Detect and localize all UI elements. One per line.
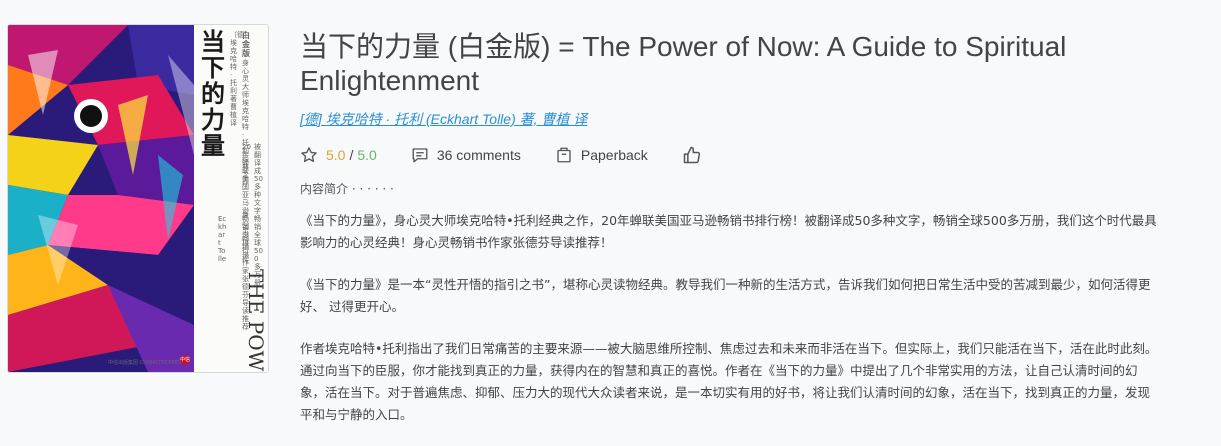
description-paragraph: 《当下的力量》，身心灵大师埃克哈特•托利经典之作，20年蝉联美国亚马逊畅销书排行… [300, 213, 1157, 250]
cover-edition: 白金版 [242, 31, 250, 58]
star-icon [301, 147, 317, 163]
rating-max: 5.0 [357, 147, 377, 163]
cover-author-small: 〔德〕埃克哈特·托利 著 曹植 译 [230, 31, 251, 127]
description-heading: 内容简介 · · · · · · [300, 182, 394, 196]
cover-publisher: 中信出版集团 CHINACITICPRESS [108, 360, 185, 366]
book-title: 当下的力量 (白金版) = The Power of Now: A Guide … [300, 31, 1067, 96]
cover-blurb-b: 被翻译成50多种文字 畅销全球500多万册 [254, 143, 263, 287]
comments-count: 36 comments [436, 147, 521, 163]
book-icon [557, 147, 571, 163]
format-info: Paperback [555, 146, 648, 164]
description-paragraph: 作者埃克哈特•托利指出了我们日常痛苦的主要来源——被大脑思维所控制、焦虑过去和未… [300, 341, 1158, 422]
like-button[interactable] [682, 145, 702, 165]
cover-title-en: THE POWER OF NOW [244, 269, 268, 372]
comment-icon [412, 148, 428, 163]
cover-blurb-a: 20年蝉联美国亚马逊畅销书排行榜 [242, 143, 251, 263]
cover-tagline: 身心灵大师 埃克哈特·托利经典之作 [242, 59, 249, 187]
description-body: 《当下的力量》，身心灵大师埃克哈特•托利经典之作，20年蝉联美国亚马逊畅销书排行… [300, 210, 1160, 446]
format-label: Paperback [580, 147, 648, 163]
cover-text-panel: 当下的力量 〔德〕埃克哈特·托利 著 曹植 译 白金版 身心灵大师 埃克哈特·托… [194, 25, 268, 372]
description-paragraph: 《当下的力量》是一本“灵性开悟的指引之书”，堪称心灵读物经典。教导我们一种新的生… [300, 277, 1151, 314]
cover-title: 当下的力量 [201, 27, 225, 160]
publisher-logo: 中信 [180, 355, 191, 365]
comments-link[interactable]: 36 comments [411, 146, 521, 164]
book-cover[interactable]: 当下的力量 〔德〕埃克哈特·托利 著 曹植 译 白金版 身心灵大师 埃克哈特·托… [7, 24, 269, 373]
book-meta-bar: 5.0 / 5.0 36 comments Paperback [300, 144, 702, 166]
cover-author-en: Eckhart Tolle [218, 215, 227, 263]
cover-artwork [8, 25, 194, 372]
thumbs-up-icon [683, 146, 700, 164]
author-link[interactable]: [德] 埃克哈特 · 托利 (Eckhart Tolle) 著, 曹植 译 [300, 109, 587, 129]
rating[interactable]: 5.0 / 5.0 [300, 146, 377, 164]
cover-blurb-c: 身心灵畅销书作家 张德芬导读推荐 [242, 211, 249, 331]
rating-value: 5.0 [326, 147, 346, 163]
rating-separator: / [349, 147, 354, 163]
